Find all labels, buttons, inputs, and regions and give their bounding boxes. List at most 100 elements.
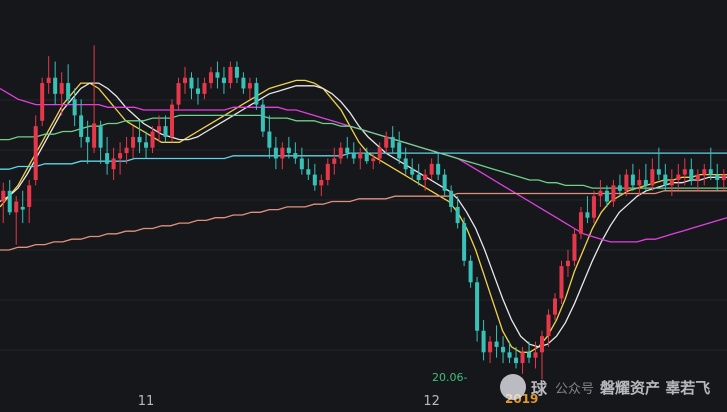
candle-body bbox=[105, 153, 110, 164]
candle-88 bbox=[572, 228, 577, 267]
candle-body bbox=[468, 260, 473, 283]
candle-body bbox=[247, 83, 252, 89]
candle-body bbox=[416, 174, 421, 180]
candle-94 bbox=[611, 180, 616, 207]
candle-body bbox=[708, 169, 713, 175]
candle-body bbox=[189, 77, 194, 89]
candle-body bbox=[53, 77, 58, 94]
x-tick-label: 12 bbox=[423, 394, 440, 409]
candle-body bbox=[578, 212, 583, 234]
candle-body bbox=[507, 352, 512, 358]
candle-body bbox=[286, 147, 291, 154]
candle-body bbox=[611, 185, 616, 202]
candle-body bbox=[221, 77, 226, 84]
candle-body bbox=[195, 88, 200, 94]
candle-body bbox=[559, 266, 564, 299]
candle-body bbox=[565, 260, 570, 267]
candle-body bbox=[669, 180, 674, 186]
candle-2 bbox=[14, 196, 19, 245]
candle-91 bbox=[591, 190, 596, 224]
candle-body bbox=[481, 330, 486, 353]
candle-body bbox=[533, 352, 538, 358]
candle-32 bbox=[208, 66, 213, 89]
candle-85 bbox=[552, 293, 557, 320]
candle-body bbox=[182, 77, 188, 84]
candle-body bbox=[215, 72, 220, 78]
candle-body bbox=[721, 174, 726, 180]
candle-body bbox=[598, 190, 603, 197]
candle-body bbox=[520, 352, 525, 364]
candle-75 bbox=[488, 336, 493, 364]
candle-61 bbox=[397, 131, 402, 164]
candle-body bbox=[643, 180, 648, 186]
candle-97 bbox=[630, 163, 635, 191]
candle-body bbox=[449, 190, 454, 207]
ma-line-0 bbox=[0, 79, 727, 353]
candle-body bbox=[260, 104, 265, 132]
candle-72 bbox=[468, 255, 473, 288]
candle-body bbox=[85, 136, 90, 143]
candle-26 bbox=[170, 99, 175, 143]
candle-49 bbox=[319, 174, 324, 197]
candle-102 bbox=[663, 163, 668, 191]
candle-body bbox=[312, 174, 317, 186]
candle-17 bbox=[111, 147, 116, 180]
candle-body bbox=[377, 147, 382, 159]
candle-body bbox=[650, 169, 655, 186]
candle-body bbox=[325, 163, 330, 180]
candle-27 bbox=[176, 77, 181, 110]
candle-body bbox=[689, 169, 694, 180]
candle-60 bbox=[390, 126, 395, 154]
candle-body bbox=[410, 169, 415, 175]
candle-body bbox=[163, 126, 168, 137]
candle-77 bbox=[501, 336, 506, 364]
candle-62 bbox=[403, 147, 408, 175]
candle-body bbox=[552, 298, 557, 315]
candle-1 bbox=[7, 180, 12, 215]
candle-body bbox=[527, 352, 532, 358]
candle-40 bbox=[260, 99, 265, 137]
candle-71 bbox=[462, 217, 467, 267]
candle-body bbox=[157, 126, 162, 132]
candle-body bbox=[403, 158, 408, 170]
candle-body bbox=[494, 341, 499, 347]
candle-body bbox=[14, 201, 19, 213]
candle-12 bbox=[79, 99, 84, 148]
candle-body bbox=[617, 185, 622, 191]
candle-35 bbox=[228, 61, 233, 89]
candle-48 bbox=[312, 163, 317, 191]
candle-body bbox=[7, 190, 12, 213]
candle-body bbox=[462, 223, 467, 261]
candle-37 bbox=[241, 72, 246, 94]
candle-15 bbox=[98, 120, 103, 164]
candle-body bbox=[273, 147, 278, 159]
candle-43 bbox=[280, 142, 285, 170]
candle-body bbox=[539, 336, 545, 353]
candle-42 bbox=[273, 136, 278, 170]
candle-74 bbox=[481, 320, 486, 361]
candle-body bbox=[390, 136, 395, 148]
candle-24 bbox=[157, 115, 162, 143]
candle-body bbox=[254, 83, 259, 105]
candle-31 bbox=[202, 77, 207, 100]
candle-body bbox=[423, 174, 428, 180]
candle-body bbox=[131, 136, 136, 148]
candle-body bbox=[591, 196, 596, 218]
candle-body bbox=[546, 314, 551, 337]
candle-body bbox=[332, 158, 337, 164]
candle-body bbox=[208, 72, 213, 84]
candle-108 bbox=[702, 163, 707, 186]
candle-body bbox=[202, 83, 207, 94]
candle-33 bbox=[215, 61, 220, 89]
candle-body bbox=[170, 104, 175, 137]
candle-body bbox=[27, 185, 32, 207]
ma-line-2 bbox=[0, 87, 727, 243]
candle-body bbox=[299, 158, 304, 170]
candle-69 bbox=[449, 185, 454, 213]
candle-body bbox=[455, 206, 460, 224]
candle-body bbox=[702, 169, 707, 175]
ma-line-3 bbox=[0, 114, 727, 189]
candle-6 bbox=[40, 77, 45, 127]
candle-body bbox=[98, 126, 103, 148]
candle-38 bbox=[247, 77, 252, 100]
